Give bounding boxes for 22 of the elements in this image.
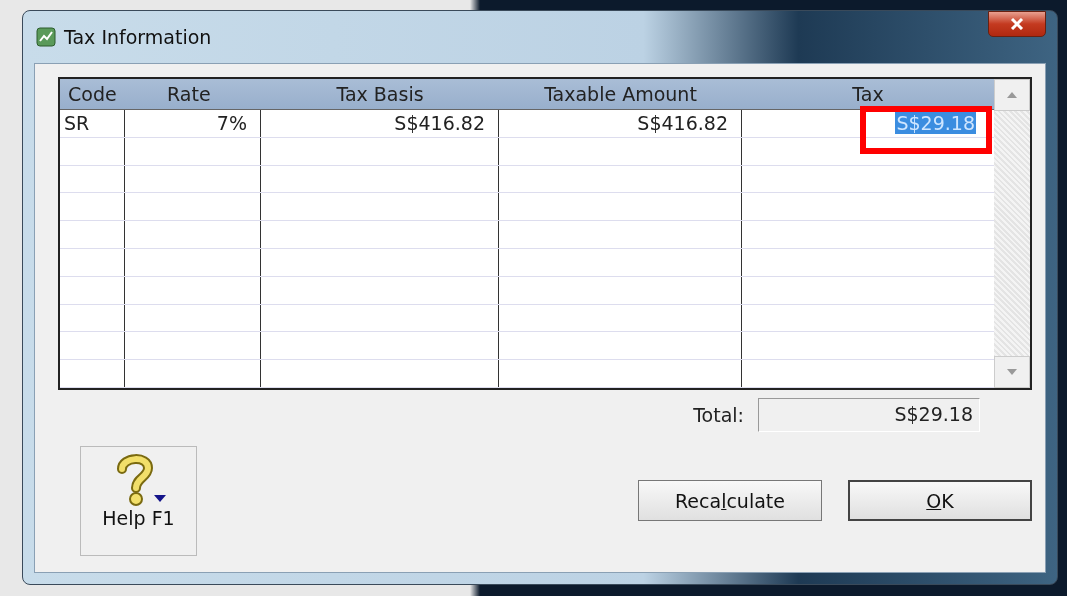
column-header: Taxable Amount xyxy=(543,82,698,107)
scroll-up-icon[interactable] xyxy=(994,79,1030,111)
total-field: S$29.18 xyxy=(758,398,980,432)
table-cell: S$416.82 xyxy=(636,112,729,135)
table-cell: 7% xyxy=(215,112,248,135)
close-button[interactable] xyxy=(988,11,1046,37)
help-button[interactable]: Help F1 xyxy=(80,446,197,556)
table-cell: S$29.18 xyxy=(895,112,976,135)
close-icon[interactable] xyxy=(1010,18,1024,30)
column-header: Code xyxy=(67,82,118,107)
dialog-button[interactable]: Recalculate xyxy=(638,480,822,521)
column-header: Tax xyxy=(851,82,885,107)
scroll-down-icon[interactable] xyxy=(994,356,1030,388)
table-cell: S$416.82 xyxy=(393,112,486,135)
chart-icon xyxy=(36,27,56,47)
dialog-button[interactable]: OK xyxy=(848,480,1032,521)
column-header: Tax Basis xyxy=(335,82,425,107)
total-label: Total: xyxy=(693,404,744,426)
table-cell: SR xyxy=(63,112,91,135)
scrollbar[interactable] xyxy=(994,79,1030,388)
column-header: Rate xyxy=(166,82,212,107)
window-title: Tax Information xyxy=(64,26,212,48)
